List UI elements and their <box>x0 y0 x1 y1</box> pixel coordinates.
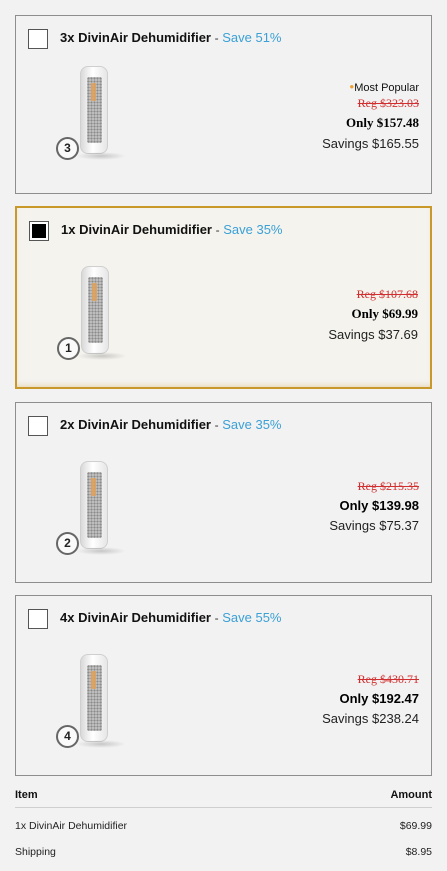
title-separator: - <box>214 31 219 45</box>
product-image: 2 <box>56 461 136 561</box>
quantity-badge: 2 <box>56 532 79 555</box>
offer-price: Only $69.99 <box>351 306 418 321</box>
title-separator: - <box>214 611 219 625</box>
quantity-badge: 1 <box>57 337 80 360</box>
offer-card-1x[interactable]: 1x DivinAir Dehumidifier - Save 35% 1 Re… <box>15 206 432 389</box>
amount-column-header: Amount <box>390 789 432 801</box>
summary-row: 1x DivinAir Dehumidifier $69.99 <box>15 808 432 834</box>
savings-amount: Savings $165.55 <box>322 136 419 151</box>
offer-name: 1x DivinAir Dehumidifier <box>61 222 212 237</box>
dehumidifier-image <box>80 66 108 154</box>
offer-title: 1x DivinAir Dehumidifier - Save 35% <box>61 222 283 237</box>
offer-card-3x[interactable]: 3x DivinAir Dehumidifier - Save 51% 3 ●M… <box>15 15 432 194</box>
offer-price: Only $192.47 <box>339 691 420 706</box>
price-block: Reg $215.35 Only $139.98 Savings $75.37 <box>329 477 419 533</box>
product-image: 4 <box>56 654 136 754</box>
regular-price: Reg $323.03 <box>357 96 419 110</box>
save-percent: Save 35% <box>222 417 282 432</box>
regular-price: Reg $107.68 <box>356 287 418 301</box>
offer-card-2x[interactable]: 2x DivinAir Dehumidifier - Save 35% 2 Re… <box>15 402 432 583</box>
quantity-badge: 4 <box>56 725 79 748</box>
product-image: 3 <box>56 66 136 166</box>
title-separator: - <box>214 418 219 432</box>
offer-title: 2x DivinAir Dehumidifier - Save 35% <box>60 417 282 432</box>
dehumidifier-image <box>80 654 108 742</box>
price-block: ●Most Popular Reg $323.03 Only $157.48 S… <box>322 82 419 151</box>
dehumidifier-image <box>81 266 109 354</box>
product-image: 1 <box>57 266 137 366</box>
most-popular-label: ●Most Popular <box>349 82 419 94</box>
offer-price: Only $139.98 <box>339 498 420 513</box>
offer-price: Only $157.48 <box>346 115 419 130</box>
offer-title: 4x DivinAir Dehumidifier - Save 55% <box>60 610 282 625</box>
regular-price: Reg $215.35 <box>357 479 419 493</box>
offer-checkbox[interactable] <box>28 416 48 436</box>
summary-amount: $69.99 <box>399 820 432 832</box>
offer-checkbox[interactable] <box>29 221 49 241</box>
quantity-badge: 3 <box>56 137 79 160</box>
savings-amount: Savings $37.69 <box>328 327 418 342</box>
title-separator: - <box>215 223 220 237</box>
save-percent: Save 55% <box>222 610 282 625</box>
save-percent: Save 35% <box>223 222 283 237</box>
save-percent: Save 51% <box>222 30 282 45</box>
offer-card-4x[interactable]: 4x DivinAir Dehumidifier - Save 55% 4 Re… <box>15 595 432 776</box>
savings-amount: Savings $75.37 <box>329 518 419 533</box>
offer-checkbox[interactable] <box>28 609 48 629</box>
dehumidifier-image <box>80 461 108 549</box>
summary-amount: $8.95 <box>405 846 432 858</box>
order-summary: Item Amount 1x DivinAir Dehumidifier $69… <box>15 789 432 860</box>
price-block: Reg $107.68 Only $69.99 Savings $37.69 <box>328 285 418 342</box>
offer-name: 2x DivinAir Dehumidifier <box>60 417 211 432</box>
price-block: Reg $430.71 Only $192.47 Savings $238.24 <box>322 670 419 726</box>
summary-header: Item Amount <box>15 789 432 808</box>
savings-amount: Savings $238.24 <box>322 711 419 726</box>
offer-name: 3x DivinAir Dehumidifier <box>60 30 211 45</box>
summary-item: 1x DivinAir Dehumidifier <box>15 820 128 832</box>
offer-checkbox[interactable] <box>28 29 48 49</box>
offer-name: 4x DivinAir Dehumidifier <box>60 610 211 625</box>
summary-row: Shipping $8.95 <box>15 834 432 860</box>
summary-item: Shipping <box>15 846 56 858</box>
regular-price: Reg $430.71 <box>357 672 419 686</box>
offer-title: 3x DivinAir Dehumidifier - Save 51% <box>60 30 282 45</box>
item-column-header: Item <box>15 789 38 801</box>
